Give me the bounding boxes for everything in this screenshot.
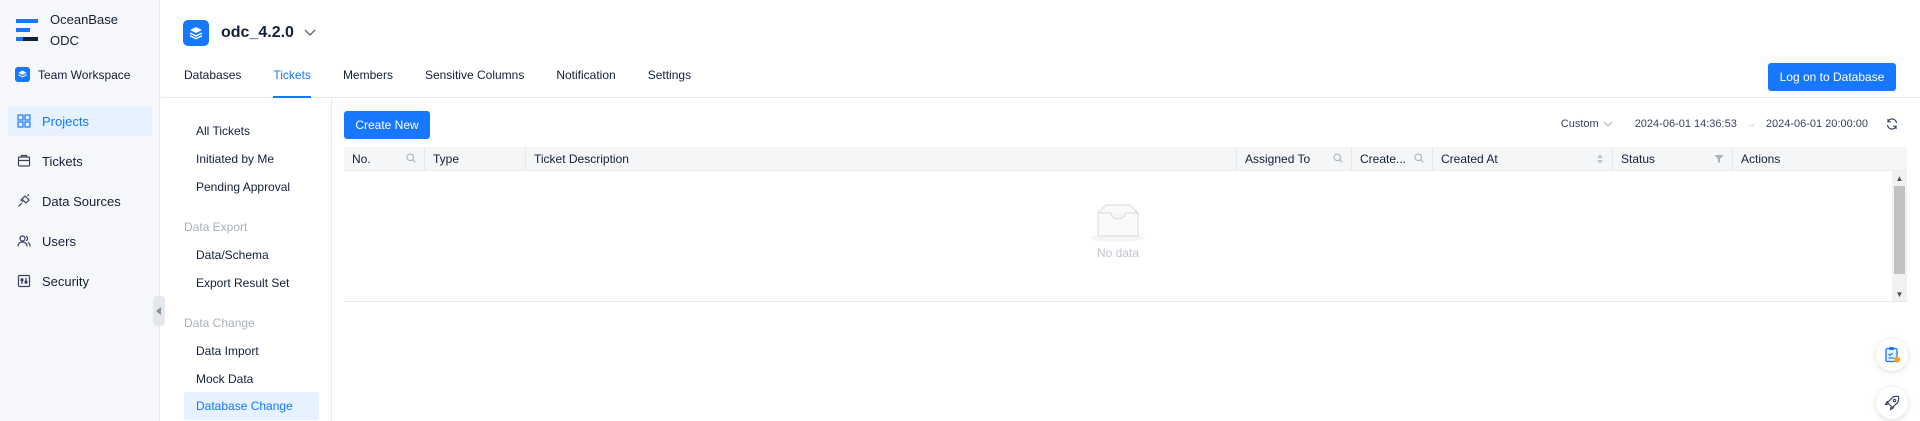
- chevron-down-icon: [1603, 121, 1613, 127]
- log-on-to-database-button[interactable]: Log on to Database: [1768, 63, 1896, 91]
- chevron-down-icon[interactable]: [304, 29, 316, 37]
- table-scrollbar[interactable]: ▲ ▼: [1892, 171, 1907, 301]
- column-label: Assigned To: [1245, 152, 1311, 166]
- nav-item-data-sources[interactable]: Data Sources: [8, 186, 152, 216]
- column-label: Actions: [1741, 152, 1781, 166]
- project-name: odc_4.2.0: [221, 24, 294, 41]
- main-nav: Projects Tickets Data Sources Users Secu…: [8, 106, 152, 306]
- empty-text: No data: [1096, 246, 1140, 260]
- subnav-group-data-change: Data Change: [184, 316, 255, 330]
- security-audit-icon: [16, 273, 32, 289]
- app-sidebar: OceanBase ODC Team Workspace Projects Ti…: [0, 0, 160, 421]
- workspace-label: Team Workspace: [38, 67, 131, 82]
- ticket-subnav: All Tickets Initiated by Me Pending Appr…: [161, 99, 332, 421]
- brand-line-1: OceanBase: [50, 12, 118, 27]
- subnav-pending-approval[interactable]: Pending Approval: [184, 173, 319, 201]
- grid-icon: [16, 113, 32, 129]
- nav-item-users[interactable]: Users: [8, 226, 152, 256]
- subnav-database-change[interactable]: Database Change: [184, 392, 319, 420]
- table-body: No data: [344, 171, 1892, 301]
- subnav-group-data-export: Data Export: [184, 220, 248, 234]
- filter-icon[interactable]: [1714, 147, 1724, 172]
- time-range-value: Custom: [1560, 118, 1599, 130]
- subnav-data-import[interactable]: Data Import: [184, 337, 319, 365]
- clipboard-check-icon: [1885, 347, 1900, 363]
- tab-sensitive-columns[interactable]: Sensitive Columns: [425, 68, 524, 98]
- column-header-ticket-description[interactable]: Ticket Description: [525, 147, 1236, 171]
- brand-line-2: ODC: [50, 33, 79, 48]
- tab-tickets[interactable]: Tickets: [273, 68, 311, 98]
- tab-databases[interactable]: Databases: [184, 68, 241, 98]
- subnav-mock-data[interactable]: Mock Data: [184, 365, 319, 393]
- nav-label-projects: Projects: [42, 113, 89, 129]
- nav-label-security: Security: [42, 273, 89, 289]
- nav-label-data-sources: Data Sources: [42, 193, 121, 209]
- nav-item-tickets[interactable]: Tickets: [8, 146, 152, 176]
- range-end-input[interactable]: 2024-06-01 20:00:00: [1766, 118, 1868, 130]
- column-header-type[interactable]: Type: [424, 147, 525, 171]
- sort-icon[interactable]: [1596, 147, 1604, 173]
- empty-inbox-icon: [1091, 204, 1145, 242]
- plug-icon: [16, 193, 32, 209]
- search-icon[interactable]: [1333, 147, 1343, 171]
- subnav-data-schema[interactable]: Data/Schema: [184, 241, 319, 269]
- scroll-up-arrow-icon[interactable]: ▲: [1892, 171, 1907, 185]
- column-label: Type: [433, 152, 460, 166]
- tickets-table: No. Type Ticket Description Assigned To …: [344, 147, 1907, 302]
- column-label: Ticket Description: [534, 152, 629, 166]
- project-tabs: Databases Tickets Members Sensitive Colu…: [184, 68, 723, 98]
- workspace-switcher[interactable]: Team Workspace: [15, 67, 130, 82]
- column-label: Created At: [1441, 152, 1498, 166]
- column-header-assigned-to[interactable]: Assigned To: [1236, 147, 1351, 171]
- column-header-created-at[interactable]: Created At: [1432, 147, 1612, 171]
- tab-notification[interactable]: Notification: [556, 68, 615, 98]
- rocket-icon: [1884, 395, 1900, 411]
- tab-settings[interactable]: Settings: [648, 68, 691, 98]
- column-header-no[interactable]: No.: [344, 147, 424, 171]
- project-icon: [183, 20, 209, 46]
- project-selector[interactable]: odc_4.2.0: [183, 20, 316, 46]
- range-start-input[interactable]: 2024-06-01 14:36:53: [1635, 118, 1737, 130]
- nav-item-projects[interactable]: Projects: [8, 106, 152, 136]
- brand-name: OceanBase ODC: [50, 9, 118, 51]
- scrollbar-thumb[interactable]: [1894, 186, 1905, 274]
- empty-state: No data: [1089, 203, 1147, 260]
- refresh-icon[interactable]: [1886, 118, 1898, 130]
- search-icon[interactable]: [1414, 147, 1424, 171]
- arrow-right-icon: →: [1745, 118, 1757, 130]
- tickets-main: Create New Custom 2024-06-01 14:36:53 → …: [333, 99, 1920, 421]
- time-filter: Custom 2024-06-01 14:36:53 → 2024-06-01 …: [1561, 118, 1898, 130]
- column-label: No.: [352, 152, 371, 166]
- column-label: Create...: [1360, 152, 1407, 166]
- create-new-button[interactable]: Create New: [344, 111, 430, 139]
- scroll-down-arrow-icon[interactable]: ▼: [1892, 287, 1907, 301]
- ticket-icon: [16, 153, 32, 169]
- brand[interactable]: OceanBase ODC: [16, 9, 118, 51]
- task-checklist-button[interactable]: [1876, 339, 1908, 371]
- subnav-all-tickets[interactable]: All Tickets: [184, 117, 319, 145]
- users-icon: [16, 233, 32, 249]
- time-range-select[interactable]: Custom: [1561, 118, 1613, 130]
- search-icon[interactable]: [406, 147, 416, 171]
- subnav-export-result-set[interactable]: Export Result Set: [184, 269, 319, 297]
- table-header: No. Type Ticket Description Assigned To …: [344, 147, 1907, 171]
- nav-label-tickets: Tickets: [42, 153, 83, 169]
- quick-start-button[interactable]: [1876, 387, 1908, 419]
- workspace-icon: [15, 67, 30, 82]
- tab-members[interactable]: Members: [343, 68, 393, 98]
- column-label: Status: [1621, 152, 1656, 166]
- nav-item-security[interactable]: Security: [8, 266, 152, 296]
- subnav-initiated-by-me[interactable]: Initiated by Me: [184, 145, 319, 173]
- column-header-status[interactable]: Status: [1612, 147, 1732, 171]
- nav-label-users: Users: [42, 233, 76, 249]
- column-header-created-by[interactable]: Create...: [1351, 147, 1432, 171]
- oceanbase-logo-icon: [16, 16, 38, 44]
- column-header-actions: Actions: [1732, 147, 1907, 171]
- project-header: odc_4.2.0 Databases Tickets Members Sens…: [161, 0, 1920, 98]
